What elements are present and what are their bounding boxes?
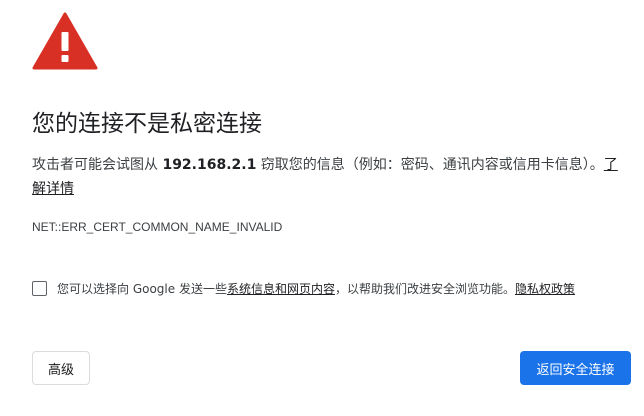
consent-label: 您可以选择向 Google 发送一些 [57, 282, 227, 296]
privacy-policy-link[interactable]: 隐私权政策 [515, 282, 575, 296]
error-code: NET::ERR_CERT_COMMON_NAME_INVALID [32, 220, 283, 234]
description-text: 攻击者可能会试图从 [32, 157, 163, 173]
warning-description: 攻击者可能会试图从 192.168.2.1 窃取您的信息（例如：密码、通讯内容或… [32, 153, 622, 201]
page-title: 您的连接不是私密连接 [32, 111, 262, 137]
back-to-safety-button[interactable]: 返回安全连接 [520, 351, 631, 385]
description-text-2: 窃取您的信息（例如：密码、通讯内容或信用卡信息）。 [256, 157, 604, 173]
safe-browsing-consent: 您可以选择向 Google 发送一些系统信息和网页内容，以帮助我们改进安全浏览功… [32, 279, 632, 301]
consent-checkbox[interactable] [32, 281, 47, 296]
consent-text: 您可以选择向 Google 发送一些系统信息和网页内容，以帮助我们改进安全浏览功… [57, 279, 575, 299]
ip-address: 192.168.2.1 [162, 157, 257, 173]
warning-triangle-icon [32, 12, 98, 70]
advanced-button[interactable]: 高级 [32, 351, 90, 385]
system-info-link[interactable]: 系统信息和网页内容 [227, 282, 335, 296]
consent-label-2: ，以帮助我们改进安全浏览功能。 [334, 282, 515, 296]
